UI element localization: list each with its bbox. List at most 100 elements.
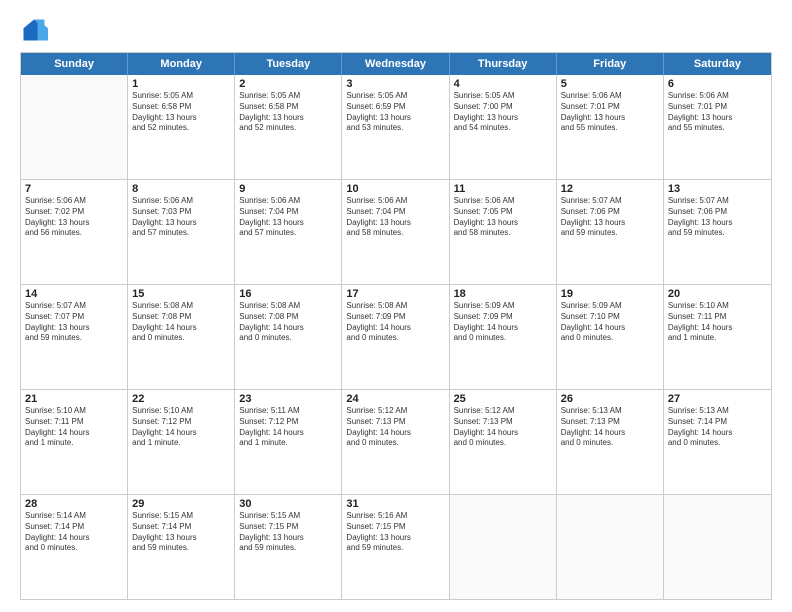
day-number: 23 [239,393,337,405]
cell-info: Sunrise: 5:15 AMSunset: 7:15 PMDaylight:… [239,511,337,554]
logo [20,16,52,44]
cell-info: Sunrise: 5:14 AMSunset: 7:14 PMDaylight:… [25,511,123,554]
day-number: 7 [25,183,123,195]
day-number: 14 [25,288,123,300]
calendar-cell: 15Sunrise: 5:08 AMSunset: 7:08 PMDayligh… [128,285,235,389]
calendar-cell: 19Sunrise: 5:09 AMSunset: 7:10 PMDayligh… [557,285,664,389]
cell-info: Sunrise: 5:05 AMSunset: 7:00 PMDaylight:… [454,91,552,134]
day-number: 18 [454,288,552,300]
logo-icon [20,16,48,44]
cell-info: Sunrise: 5:09 AMSunset: 7:10 PMDaylight:… [561,301,659,344]
cell-info: Sunrise: 5:06 AMSunset: 7:01 PMDaylight:… [561,91,659,134]
calendar-cell [21,75,128,179]
cell-info: Sunrise: 5:08 AMSunset: 7:09 PMDaylight:… [346,301,444,344]
calendar-cell: 4Sunrise: 5:05 AMSunset: 7:00 PMDaylight… [450,75,557,179]
cell-info: Sunrise: 5:06 AMSunset: 7:03 PMDaylight:… [132,196,230,239]
day-number: 15 [132,288,230,300]
calendar-cell: 24Sunrise: 5:12 AMSunset: 7:13 PMDayligh… [342,390,449,494]
calendar-cell: 2Sunrise: 5:05 AMSunset: 6:58 PMDaylight… [235,75,342,179]
day-number: 9 [239,183,337,195]
day-number: 16 [239,288,337,300]
page: SundayMondayTuesdayWednesdayThursdayFrid… [0,0,792,612]
cell-info: Sunrise: 5:07 AMSunset: 7:07 PMDaylight:… [25,301,123,344]
cell-info: Sunrise: 5:05 AMSunset: 6:58 PMDaylight:… [239,91,337,134]
day-number: 31 [346,498,444,510]
calendar-cell: 6Sunrise: 5:06 AMSunset: 7:01 PMDaylight… [664,75,771,179]
calendar-header-cell: Thursday [450,53,557,75]
calendar-row: 28Sunrise: 5:14 AMSunset: 7:14 PMDayligh… [21,495,771,599]
cell-info: Sunrise: 5:05 AMSunset: 6:59 PMDaylight:… [346,91,444,134]
cell-info: Sunrise: 5:08 AMSunset: 7:08 PMDaylight:… [132,301,230,344]
calendar-header-cell: Wednesday [342,53,449,75]
cell-info: Sunrise: 5:13 AMSunset: 7:13 PMDaylight:… [561,406,659,449]
calendar-cell [664,495,771,599]
cell-info: Sunrise: 5:10 AMSunset: 7:11 PMDaylight:… [668,301,767,344]
calendar-cell: 25Sunrise: 5:12 AMSunset: 7:13 PMDayligh… [450,390,557,494]
calendar: SundayMondayTuesdayWednesdayThursdayFrid… [20,52,772,600]
calendar-cell: 16Sunrise: 5:08 AMSunset: 7:08 PMDayligh… [235,285,342,389]
cell-info: Sunrise: 5:06 AMSunset: 7:01 PMDaylight:… [668,91,767,134]
cell-info: Sunrise: 5:06 AMSunset: 7:04 PMDaylight:… [239,196,337,239]
calendar-header-cell: Friday [557,53,664,75]
calendar-header-cell: Sunday [21,53,128,75]
calendar-cell: 13Sunrise: 5:07 AMSunset: 7:06 PMDayligh… [664,180,771,284]
day-number: 28 [25,498,123,510]
cell-info: Sunrise: 5:06 AMSunset: 7:02 PMDaylight:… [25,196,123,239]
calendar-cell: 26Sunrise: 5:13 AMSunset: 7:13 PMDayligh… [557,390,664,494]
cell-info: Sunrise: 5:15 AMSunset: 7:14 PMDaylight:… [132,511,230,554]
day-number: 21 [25,393,123,405]
calendar-cell: 31Sunrise: 5:16 AMSunset: 7:15 PMDayligh… [342,495,449,599]
day-number: 30 [239,498,337,510]
cell-info: Sunrise: 5:10 AMSunset: 7:12 PMDaylight:… [132,406,230,449]
day-number: 27 [668,393,767,405]
day-number: 26 [561,393,659,405]
day-number: 29 [132,498,230,510]
day-number: 22 [132,393,230,405]
calendar-cell: 11Sunrise: 5:06 AMSunset: 7:05 PMDayligh… [450,180,557,284]
calendar-row: 7Sunrise: 5:06 AMSunset: 7:02 PMDaylight… [21,180,771,285]
calendar-cell: 20Sunrise: 5:10 AMSunset: 7:11 PMDayligh… [664,285,771,389]
calendar-cell: 14Sunrise: 5:07 AMSunset: 7:07 PMDayligh… [21,285,128,389]
cell-info: Sunrise: 5:12 AMSunset: 7:13 PMDaylight:… [346,406,444,449]
calendar-header-row: SundayMondayTuesdayWednesdayThursdayFrid… [21,53,771,75]
cell-info: Sunrise: 5:11 AMSunset: 7:12 PMDaylight:… [239,406,337,449]
header [20,16,772,44]
calendar-cell: 28Sunrise: 5:14 AMSunset: 7:14 PMDayligh… [21,495,128,599]
calendar-header-cell: Tuesday [235,53,342,75]
calendar-cell: 12Sunrise: 5:07 AMSunset: 7:06 PMDayligh… [557,180,664,284]
calendar-row: 21Sunrise: 5:10 AMSunset: 7:11 PMDayligh… [21,390,771,495]
day-number: 5 [561,78,659,90]
calendar-row: 1Sunrise: 5:05 AMSunset: 6:58 PMDaylight… [21,75,771,180]
day-number: 24 [346,393,444,405]
day-number: 10 [346,183,444,195]
cell-info: Sunrise: 5:07 AMSunset: 7:06 PMDaylight:… [668,196,767,239]
day-number: 17 [346,288,444,300]
cell-info: Sunrise: 5:12 AMSunset: 7:13 PMDaylight:… [454,406,552,449]
calendar-cell: 21Sunrise: 5:10 AMSunset: 7:11 PMDayligh… [21,390,128,494]
calendar-cell: 29Sunrise: 5:15 AMSunset: 7:14 PMDayligh… [128,495,235,599]
cell-info: Sunrise: 5:10 AMSunset: 7:11 PMDaylight:… [25,406,123,449]
calendar-cell: 8Sunrise: 5:06 AMSunset: 7:03 PMDaylight… [128,180,235,284]
calendar-header-cell: Saturday [664,53,771,75]
cell-info: Sunrise: 5:05 AMSunset: 6:58 PMDaylight:… [132,91,230,134]
cell-info: Sunrise: 5:06 AMSunset: 7:04 PMDaylight:… [346,196,444,239]
calendar-cell [450,495,557,599]
calendar-cell: 27Sunrise: 5:13 AMSunset: 7:14 PMDayligh… [664,390,771,494]
day-number: 12 [561,183,659,195]
day-number: 19 [561,288,659,300]
calendar-cell [557,495,664,599]
calendar-cell: 10Sunrise: 5:06 AMSunset: 7:04 PMDayligh… [342,180,449,284]
cell-info: Sunrise: 5:07 AMSunset: 7:06 PMDaylight:… [561,196,659,239]
cell-info: Sunrise: 5:16 AMSunset: 7:15 PMDaylight:… [346,511,444,554]
day-number: 8 [132,183,230,195]
calendar-cell: 3Sunrise: 5:05 AMSunset: 6:59 PMDaylight… [342,75,449,179]
calendar-header-cell: Monday [128,53,235,75]
cell-info: Sunrise: 5:13 AMSunset: 7:14 PMDaylight:… [668,406,767,449]
day-number: 25 [454,393,552,405]
day-number: 6 [668,78,767,90]
day-number: 1 [132,78,230,90]
cell-info: Sunrise: 5:08 AMSunset: 7:08 PMDaylight:… [239,301,337,344]
calendar-cell: 5Sunrise: 5:06 AMSunset: 7:01 PMDaylight… [557,75,664,179]
day-number: 13 [668,183,767,195]
calendar-cell: 1Sunrise: 5:05 AMSunset: 6:58 PMDaylight… [128,75,235,179]
